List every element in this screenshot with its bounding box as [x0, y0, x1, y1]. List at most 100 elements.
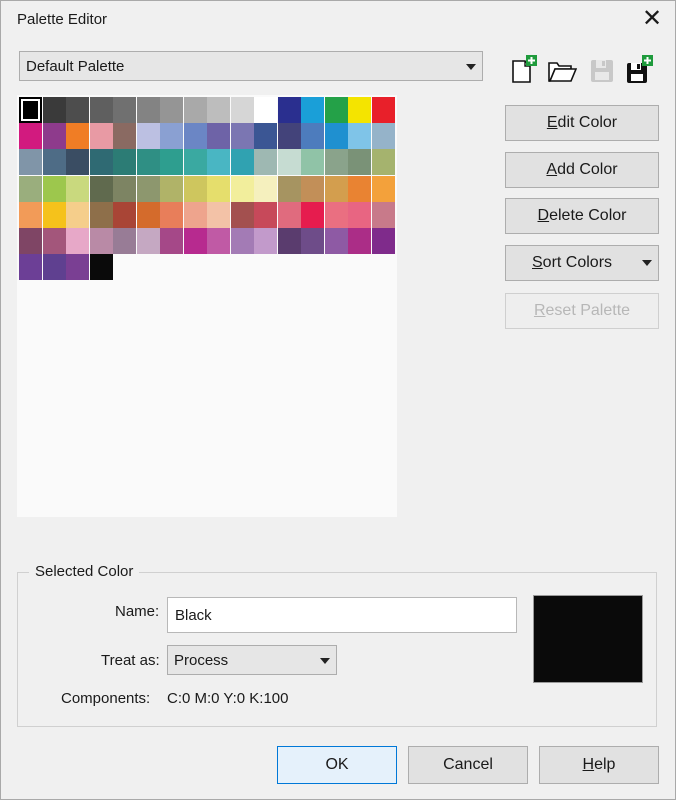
color-swatch[interactable]	[89, 228, 113, 254]
color-swatch[interactable]	[160, 201, 183, 228]
color-swatch[interactable]	[324, 149, 348, 176]
color-swatch[interactable]	[277, 201, 301, 228]
color-swatch[interactable]	[42, 201, 66, 228]
color-swatch[interactable]	[113, 123, 136, 150]
color-swatch[interactable]	[348, 175, 371, 202]
color-swatch[interactable]	[301, 123, 324, 150]
color-swatch[interactable]	[136, 123, 160, 150]
color-swatch[interactable]	[371, 149, 395, 176]
color-swatch[interactable]	[42, 175, 66, 202]
color-swatch[interactable]	[254, 123, 277, 150]
color-swatch[interactable]	[19, 254, 42, 281]
color-swatch[interactable]	[19, 228, 42, 254]
color-swatch[interactable]	[254, 228, 277, 254]
color-swatch[interactable]	[89, 254, 113, 281]
close-icon[interactable]: ✕	[637, 5, 667, 33]
color-swatch[interactable]	[277, 175, 301, 202]
ok-button[interactable]: OK	[277, 746, 397, 784]
color-swatch[interactable]	[301, 97, 324, 123]
color-swatch[interactable]	[348, 228, 371, 254]
color-swatch[interactable]	[254, 97, 277, 123]
color-swatch[interactable]	[113, 175, 136, 202]
sort-colors-button[interactable]: Sort Colors	[505, 245, 659, 281]
color-swatch[interactable]	[183, 123, 207, 150]
color-swatch[interactable]	[230, 149, 254, 176]
color-swatch[interactable]	[160, 123, 183, 150]
palette-dropdown[interactable]: Default Palette	[19, 51, 483, 81]
color-swatch[interactable]	[183, 97, 207, 123]
color-swatch[interactable]	[183, 149, 207, 176]
color-swatch[interactable]	[371, 97, 395, 123]
color-swatch[interactable]	[136, 175, 160, 202]
color-swatch[interactable]	[42, 97, 66, 123]
color-swatch[interactable]	[89, 175, 113, 202]
help-button[interactable]: Help	[539, 746, 659, 784]
treat-as-dropdown[interactable]: Process	[167, 645, 337, 675]
color-swatch[interactable]	[324, 228, 348, 254]
color-swatch[interactable]	[136, 228, 160, 254]
color-swatch[interactable]	[66, 123, 89, 150]
color-swatch[interactable]	[42, 149, 66, 176]
color-swatch[interactable]	[230, 123, 254, 150]
color-swatch[interactable]	[113, 201, 136, 228]
color-swatch[interactable]	[301, 149, 324, 176]
color-swatch[interactable]	[348, 201, 371, 228]
color-swatch[interactable]	[371, 201, 395, 228]
color-swatch[interactable]	[160, 175, 183, 202]
color-swatch[interactable]	[254, 149, 277, 176]
color-swatch[interactable]	[89, 201, 113, 228]
color-swatch[interactable]	[89, 97, 113, 123]
color-swatch[interactable]	[66, 175, 89, 202]
color-swatch[interactable]	[183, 175, 207, 202]
color-swatch[interactable]	[19, 97, 42, 123]
add-color-button[interactable]: Add Color	[505, 152, 659, 188]
color-swatch[interactable]	[277, 228, 301, 254]
color-swatch[interactable]	[66, 149, 89, 176]
save-as-icon[interactable]	[625, 55, 655, 85]
color-swatch[interactable]	[66, 228, 89, 254]
color-swatch[interactable]	[254, 175, 277, 202]
color-swatch[interactable]	[324, 123, 348, 150]
color-swatch[interactable]	[19, 175, 42, 202]
color-swatch[interactable]	[42, 254, 66, 281]
color-swatch[interactable]	[301, 228, 324, 254]
color-swatch[interactable]	[207, 149, 230, 176]
color-swatch[interactable]	[183, 201, 207, 228]
color-swatch[interactable]	[160, 228, 183, 254]
color-swatch[interactable]	[254, 201, 277, 228]
color-swatch[interactable]	[207, 228, 230, 254]
color-swatch[interactable]	[230, 97, 254, 123]
color-swatch[interactable]	[301, 175, 324, 202]
color-swatch[interactable]	[371, 123, 395, 150]
color-swatch[interactable]	[277, 149, 301, 176]
color-swatch[interactable]	[230, 175, 254, 202]
color-swatch[interactable]	[113, 149, 136, 176]
color-name-input[interactable]: Black	[167, 597, 517, 633]
color-swatch[interactable]	[89, 123, 113, 150]
color-swatch[interactable]	[301, 201, 324, 228]
color-swatch[interactable]	[160, 97, 183, 123]
color-swatch[interactable]	[42, 228, 66, 254]
color-swatch[interactable]	[371, 228, 395, 254]
color-swatch[interactable]	[66, 254, 89, 281]
color-swatch[interactable]	[113, 97, 136, 123]
color-swatch[interactable]	[207, 123, 230, 150]
color-swatch[interactable]	[324, 175, 348, 202]
color-swatch[interactable]	[324, 97, 348, 123]
delete-color-button[interactable]: Delete Color	[505, 198, 659, 234]
color-swatch[interactable]	[19, 123, 42, 150]
edit-color-button[interactable]: Edit Color	[505, 105, 659, 141]
color-swatch[interactable]	[348, 149, 371, 176]
color-swatch[interactable]	[324, 201, 348, 228]
color-swatch[interactable]	[136, 149, 160, 176]
color-swatch[interactable]	[207, 97, 230, 123]
color-swatch[interactable]	[42, 123, 66, 150]
color-swatch[interactable]	[160, 149, 183, 176]
color-swatch[interactable]	[66, 97, 89, 123]
cancel-button[interactable]: Cancel	[408, 746, 528, 784]
color-swatch[interactable]	[113, 228, 136, 254]
color-swatch[interactable]	[277, 123, 301, 150]
color-swatch[interactable]	[19, 201, 42, 228]
color-swatch[interactable]	[136, 201, 160, 228]
color-swatch[interactable]	[230, 201, 254, 228]
